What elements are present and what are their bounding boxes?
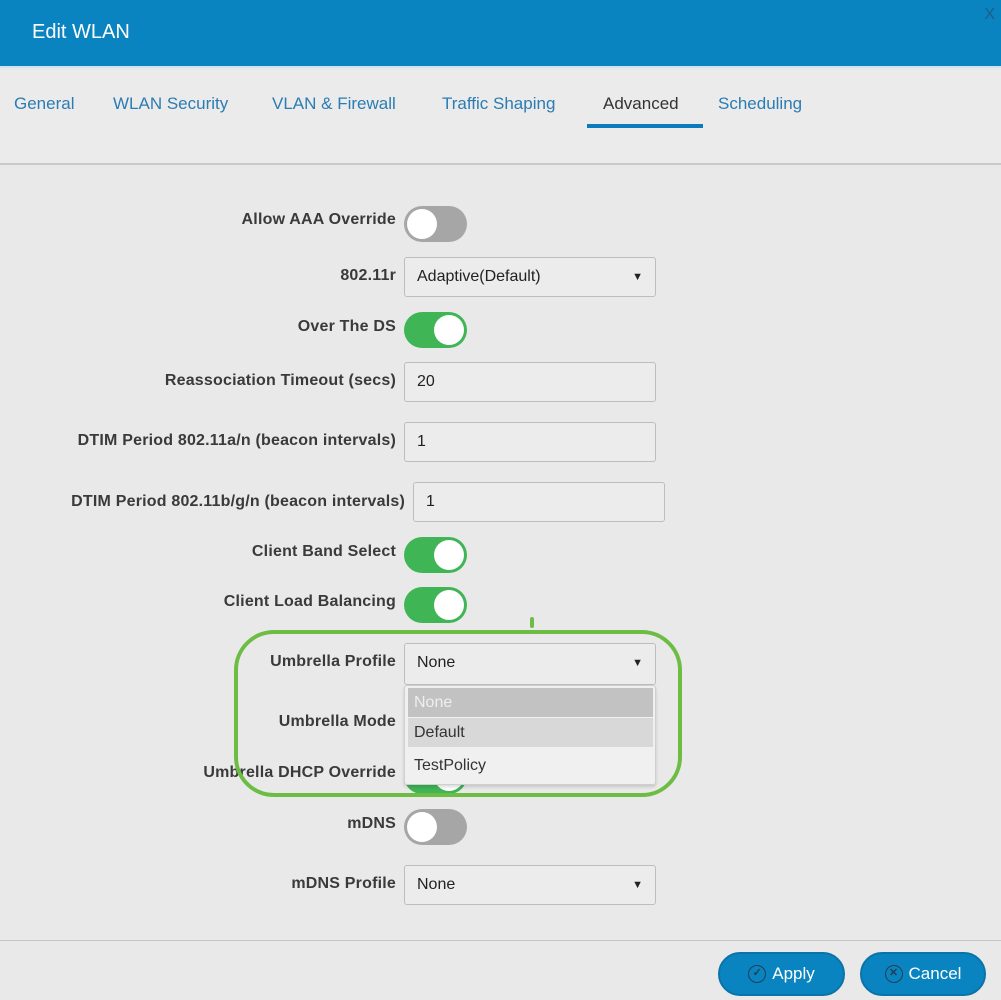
toggle-knob: [407, 812, 437, 842]
dot11r-select[interactable]: Adaptive(Default) ▼: [404, 257, 656, 297]
toggle-knob: [434, 590, 464, 620]
umbrella-profile-dropdown: None Default TestPolicy: [404, 685, 656, 785]
dialog-title: Edit WLAN: [32, 21, 130, 43]
umbrella-mode-label: Umbrella Mode: [278, 713, 396, 730]
highlight-mark: [530, 617, 534, 628]
tab-advanced[interactable]: Advanced: [603, 94, 679, 114]
tab-bar: General WLAN Security VLAN & Firewall Tr…: [0, 70, 1001, 165]
dropdown-option-testpolicy[interactable]: TestPolicy: [408, 751, 653, 780]
dropdown-option-default[interactable]: Default: [408, 718, 653, 747]
allow-aaa-override-label: Allow AAA Override: [241, 211, 396, 228]
over-the-ds-toggle[interactable]: [404, 312, 467, 348]
chevron-down-icon: ▼: [632, 879, 643, 891]
client-band-select-toggle[interactable]: [404, 537, 467, 573]
mdns-label: mDNS: [347, 815, 396, 832]
apply-label: Apply: [772, 964, 815, 983]
check-circle-icon: ✓: [748, 965, 767, 983]
footer-divider: [0, 940, 1001, 941]
mdns-toggle[interactable]: [404, 809, 467, 845]
umbrella-profile-value: None: [417, 654, 456, 671]
x-circle-icon: ✕: [884, 965, 903, 983]
tab-general[interactable]: General: [14, 94, 74, 114]
tab-wlan-security[interactable]: WLAN Security: [113, 94, 228, 114]
toggle-knob: [407, 209, 437, 239]
tab-scheduling[interactable]: Scheduling: [718, 94, 802, 114]
dtim-an-label: DTIM Period 802.11a/n (beacon intervals): [77, 432, 396, 449]
mdns-profile-value: None: [417, 876, 456, 893]
umbrella-dhcp-override-label: Umbrella DHCP Override: [203, 764, 396, 781]
chevron-down-icon: ▼: [632, 271, 643, 283]
tab-traffic-shaping[interactable]: Traffic Shaping: [442, 94, 555, 114]
reassociation-timeout-label: Reassociation Timeout (secs): [164, 372, 396, 389]
cancel-label: Cancel: [908, 964, 962, 983]
umbrella-profile-label: Umbrella Profile: [270, 653, 396, 670]
client-load-balancing-label: Client Load Balancing: [223, 593, 396, 610]
dot11r-value: Adaptive(Default): [417, 268, 541, 285]
umbrella-profile-select[interactable]: None ▼: [404, 643, 656, 685]
dot11r-label: 802.11r: [340, 267, 396, 284]
dtim-bgn-input[interactable]: 1: [413, 482, 665, 522]
mdns-profile-label: mDNS Profile: [291, 875, 396, 892]
mdns-profile-select[interactable]: None ▼: [404, 865, 656, 905]
allow-aaa-override-toggle[interactable]: [404, 206, 467, 242]
reassociation-timeout-input[interactable]: 20: [404, 362, 656, 402]
dialog-header: Edit WLAN X: [0, 0, 1001, 68]
toggle-knob: [434, 315, 464, 345]
dropdown-option-none[interactable]: None: [408, 688, 653, 717]
client-load-balancing-toggle[interactable]: [404, 587, 467, 623]
client-band-select-label: Client Band Select: [251, 543, 396, 560]
cancel-button[interactable]: ✕ Cancel: [860, 952, 986, 996]
toggle-knob: [434, 540, 464, 570]
dtim-bgn-label: DTIM Period 802.11b/g/n (beacon interval…: [71, 493, 405, 510]
close-icon[interactable]: X: [984, 6, 995, 24]
dtim-an-input[interactable]: 1: [404, 422, 656, 462]
chevron-down-icon: ▼: [632, 657, 643, 669]
tab-vlan-firewall[interactable]: VLAN & Firewall: [272, 94, 396, 114]
over-the-ds-label: Over The DS: [297, 318, 396, 335]
apply-button[interactable]: ✓ Apply: [718, 952, 845, 996]
active-tab-indicator: [587, 124, 703, 128]
